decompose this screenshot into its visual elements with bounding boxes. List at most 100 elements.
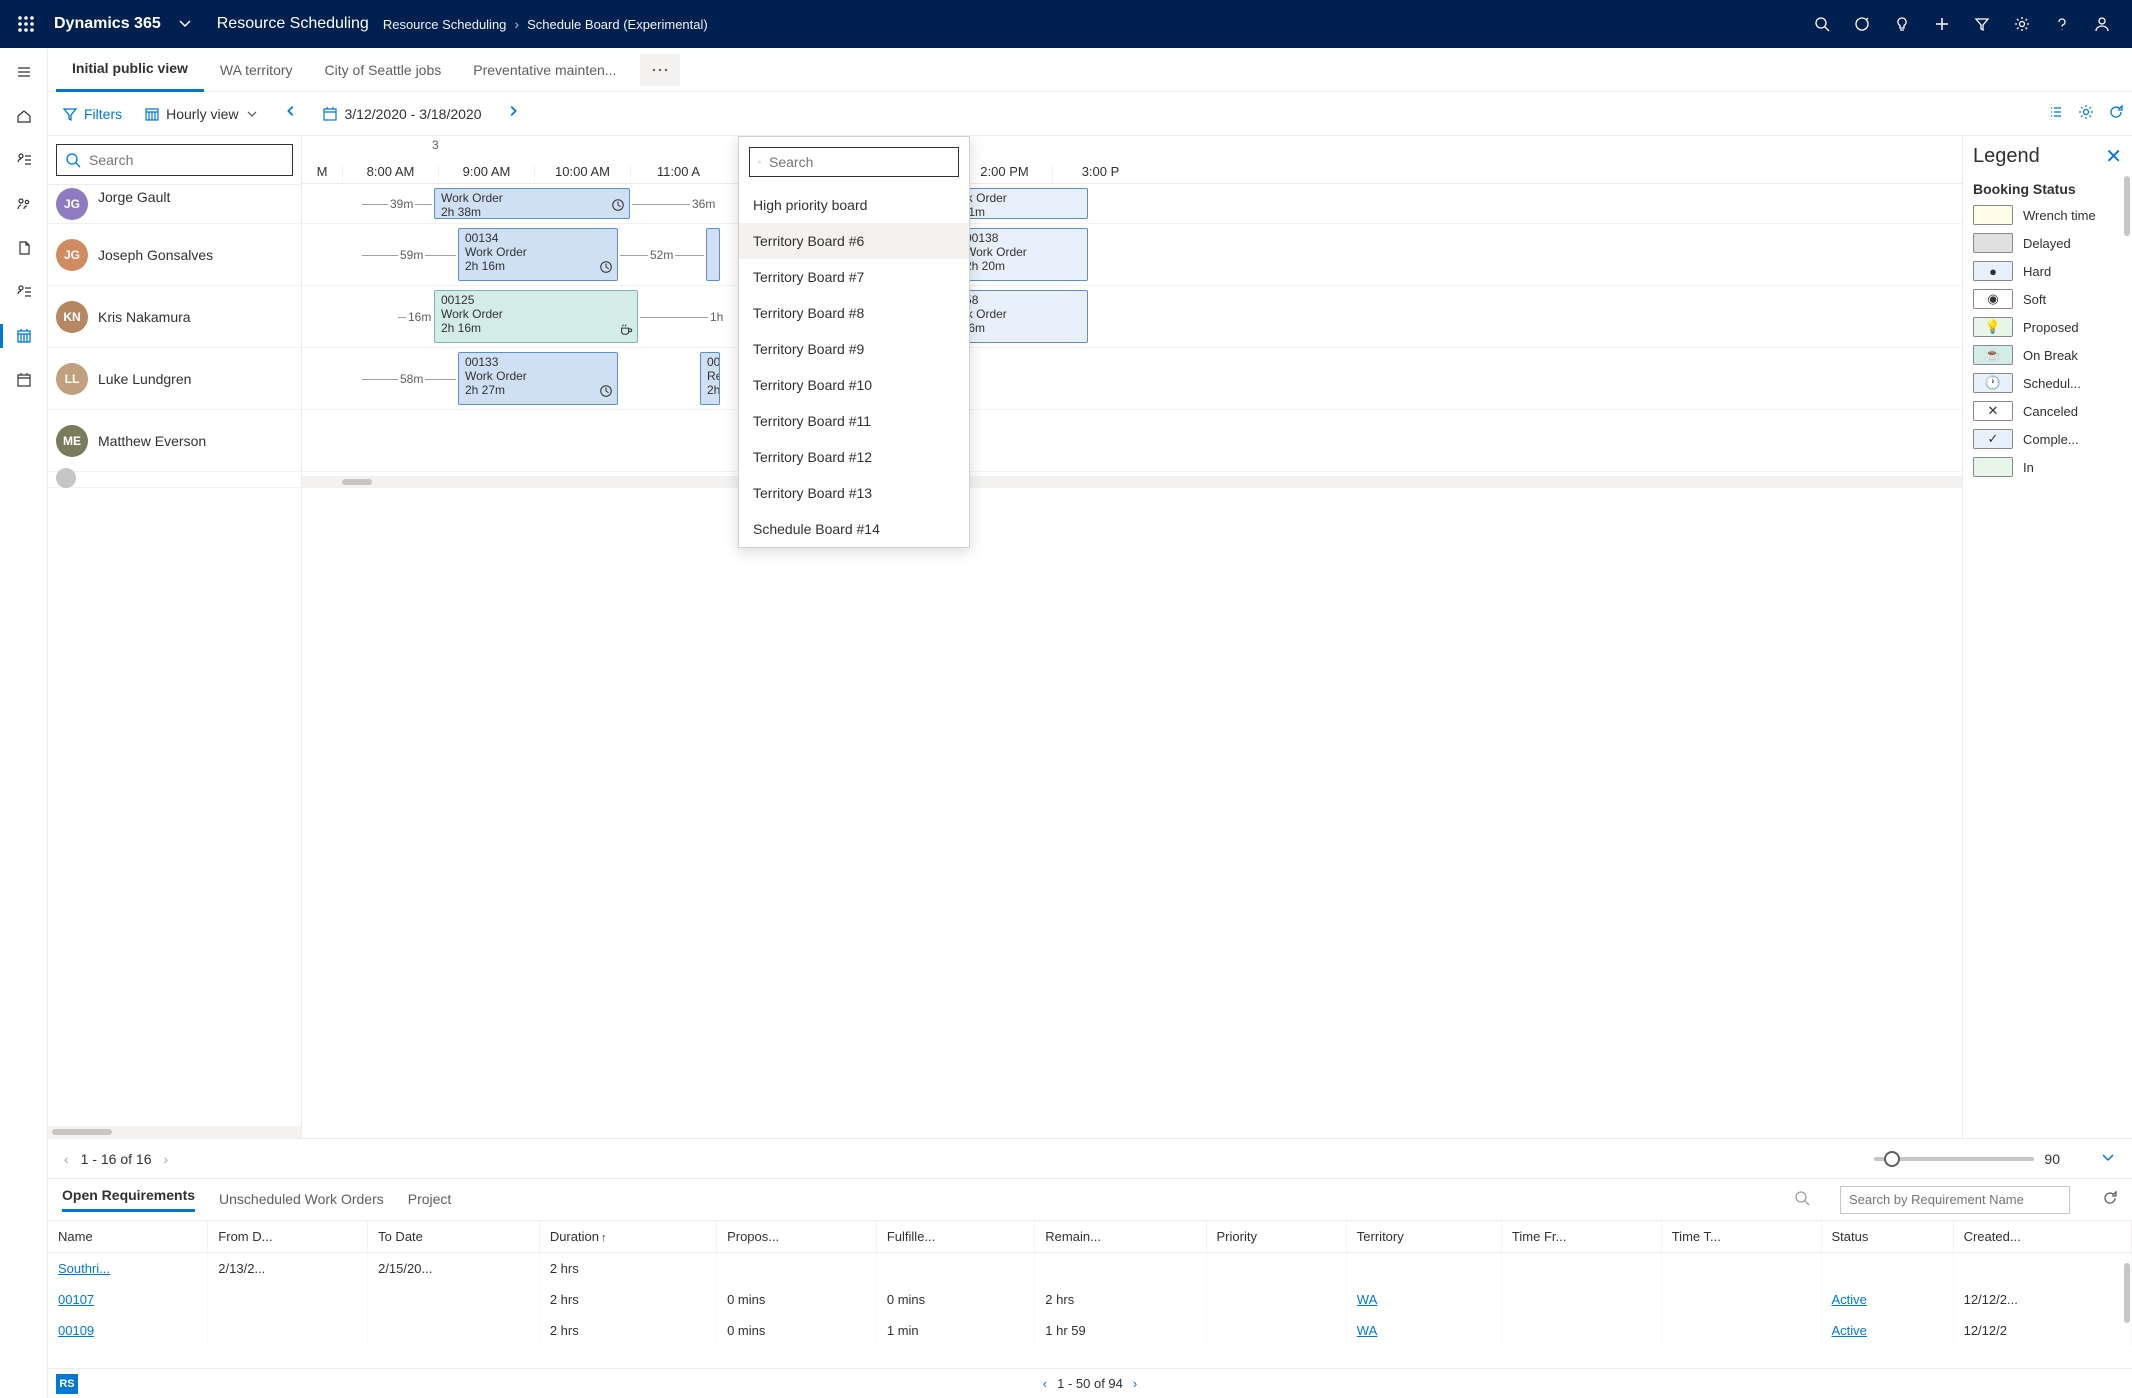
dropdown-item[interactable]: Schedule Board #14 xyxy=(739,511,969,547)
resource-row[interactable]: JGJoseph Gonsalves xyxy=(48,224,301,286)
req-link[interactable]: WA xyxy=(1357,1323,1377,1338)
lightbulb-icon[interactable] xyxy=(1882,0,1922,48)
dropdown-item[interactable]: Territory Board #13 xyxy=(739,475,969,511)
calendar-icon[interactable] xyxy=(8,364,40,396)
req-link[interactable]: 00107 xyxy=(58,1292,94,1307)
req-link[interactable]: 00109 xyxy=(58,1323,94,1338)
app-brand[interactable]: Dynamics 365 xyxy=(54,15,161,33)
zoom-chevron-icon[interactable] xyxy=(2100,1149,2116,1168)
req-col-header[interactable]: From D... xyxy=(208,1221,368,1253)
help-icon[interactable] xyxy=(2042,0,2082,48)
zoom-slider[interactable]: 90 xyxy=(1874,1149,2116,1168)
refresh-icon[interactable] xyxy=(2108,104,2124,123)
legend-close-icon[interactable]: ✕ xyxy=(2105,144,2122,169)
gear-icon[interactable] xyxy=(2002,0,2042,48)
legend-scrollbar[interactable] xyxy=(2124,176,2130,236)
filter-icon[interactable] xyxy=(1962,0,2002,48)
req-tab-open[interactable]: Open Requirements xyxy=(62,1187,195,1212)
module-name[interactable]: Resource Scheduling xyxy=(217,15,369,33)
breadcrumb-2[interactable]: Schedule Board (Experimental) xyxy=(527,17,708,32)
req-scrollbar[interactable] xyxy=(2124,1263,2130,1323)
req-col-header[interactable]: Status xyxy=(1821,1221,1953,1253)
req-search[interactable] xyxy=(1840,1186,2070,1214)
req-col-header[interactable]: Time T... xyxy=(1661,1221,1821,1253)
tabs-overflow-button[interactable] xyxy=(640,54,680,86)
app-launcher-icon[interactable] xyxy=(10,8,42,40)
home-icon[interactable] xyxy=(8,100,40,132)
rs-badge[interactable]: RS xyxy=(56,1374,78,1394)
req-col-header[interactable]: Priority xyxy=(1206,1221,1346,1253)
req-col-header[interactable]: Territory xyxy=(1346,1221,1501,1253)
people-list-icon[interactable] xyxy=(8,144,40,176)
settings-gear-icon[interactable] xyxy=(2078,104,2094,123)
req-search-icon[interactable] xyxy=(1794,1190,1810,1209)
req-row[interactable]: Southri...2/13/2...2/15/20...2 hrs xyxy=(48,1253,2132,1285)
dropdown-item[interactable]: Territory Board #9 xyxy=(739,331,969,367)
req-col-header[interactable]: Time Fr... xyxy=(1501,1221,1661,1253)
booking[interactable]: 00138Work Order2h 20m xyxy=(958,228,1088,281)
req-col-header[interactable]: Duration↑ xyxy=(539,1221,716,1253)
booking[interactable]: 00125Work Order2h 16m xyxy=(434,290,638,343)
people-list-2-icon[interactable] xyxy=(8,276,40,308)
tab-seattle-jobs[interactable]: City of Seattle jobs xyxy=(309,48,458,92)
req-col-header[interactable]: Remain... xyxy=(1035,1221,1206,1253)
document-icon[interactable] xyxy=(8,232,40,264)
req-link[interactable]: Active xyxy=(1832,1323,1867,1338)
req-link[interactable]: Active xyxy=(1832,1292,1867,1307)
req-col-header[interactable]: Created... xyxy=(1953,1221,2131,1253)
booking[interactable] xyxy=(706,228,720,281)
resource-row[interactable]: MEMatthew Everson xyxy=(48,410,301,472)
pager-prev[interactable]: ‹ xyxy=(64,1151,69,1167)
resource-search-input[interactable] xyxy=(89,152,284,168)
resource-row[interactable]: LLLuke Lundgren xyxy=(48,348,301,410)
booking[interactable]: 00133Work Order2h 27m xyxy=(458,352,618,405)
chevron-down-icon[interactable] xyxy=(177,15,193,34)
hamburger-icon[interactable] xyxy=(8,56,40,88)
req-refresh-icon[interactable] xyxy=(2102,1190,2118,1209)
req-search-input[interactable] xyxy=(1849,1192,2061,1207)
dropdown-item[interactable]: Territory Board #8 xyxy=(739,295,969,331)
tab-initial-view[interactable]: Initial public view xyxy=(56,48,204,92)
req-tab-project[interactable]: Project xyxy=(408,1191,452,1209)
people-icon[interactable] xyxy=(8,188,40,220)
task-icon[interactable] xyxy=(1842,0,1882,48)
resources-scrollbar[interactable] xyxy=(48,1126,301,1138)
timeline-scrollbar[interactable] xyxy=(302,476,1962,488)
search-icon[interactable] xyxy=(1802,0,1842,48)
tab-preventative[interactable]: Preventative mainten... xyxy=(457,48,632,92)
dropdown-item[interactable]: Territory Board #7 xyxy=(739,259,969,295)
resource-search[interactable] xyxy=(56,144,293,176)
req-col-header[interactable]: Propos... xyxy=(717,1221,877,1253)
resource-row[interactable]: KNKris Nakamura xyxy=(48,286,301,348)
date-next-button[interactable] xyxy=(498,100,528,127)
dropdown-item[interactable]: High priority board xyxy=(739,187,969,223)
list-view-icon[interactable] xyxy=(2048,104,2064,123)
req-link[interactable]: WA xyxy=(1357,1292,1377,1307)
booking[interactable]: 00Re2h xyxy=(700,352,720,405)
req-prev[interactable]: ‹ xyxy=(1043,1376,1047,1391)
dropdown-search[interactable] xyxy=(749,147,959,177)
view-mode-button[interactable]: Hourly view xyxy=(138,102,266,126)
req-next[interactable]: › xyxy=(1133,1376,1137,1391)
dropdown-search-input[interactable] xyxy=(769,154,950,170)
req-col-header[interactable]: Fulfille... xyxy=(876,1221,1034,1253)
req-row[interactable]: 001092 hrs0 mins1 min1 hr 59WAActive12/1… xyxy=(48,1315,2132,1346)
date-range-button[interactable]: 3/12/2020 - 3/18/2020 xyxy=(316,102,487,126)
user-icon[interactable] xyxy=(2082,0,2122,48)
booking[interactable]: 00134Work Order2h 16m xyxy=(458,228,618,281)
dropdown-item[interactable]: Territory Board #10 xyxy=(739,367,969,403)
calendar-week-icon[interactable] xyxy=(8,320,40,352)
req-tab-unscheduled[interactable]: Unscheduled Work Orders xyxy=(219,1191,384,1209)
dropdown-item[interactable]: Territory Board #11 xyxy=(739,403,969,439)
tab-wa-territory[interactable]: WA territory xyxy=(204,48,309,92)
booking[interactable]: Work Order2h 38m xyxy=(434,188,630,219)
dropdown-item[interactable]: Territory Board #12 xyxy=(739,439,969,475)
req-col-header[interactable]: Name xyxy=(48,1221,208,1253)
dropdown-item[interactable]: Territory Board #6 xyxy=(739,223,969,259)
filters-button[interactable]: Filters xyxy=(56,102,128,126)
req-row[interactable]: 001072 hrs0 mins0 mins2 hrsWAActive12/12… xyxy=(48,1284,2132,1315)
pager-next[interactable]: › xyxy=(164,1151,169,1167)
breadcrumb-1[interactable]: Resource Scheduling xyxy=(383,17,507,32)
req-col-header[interactable]: To Date xyxy=(368,1221,540,1253)
resource-row[interactable]: JGJorge Gault xyxy=(48,184,301,224)
